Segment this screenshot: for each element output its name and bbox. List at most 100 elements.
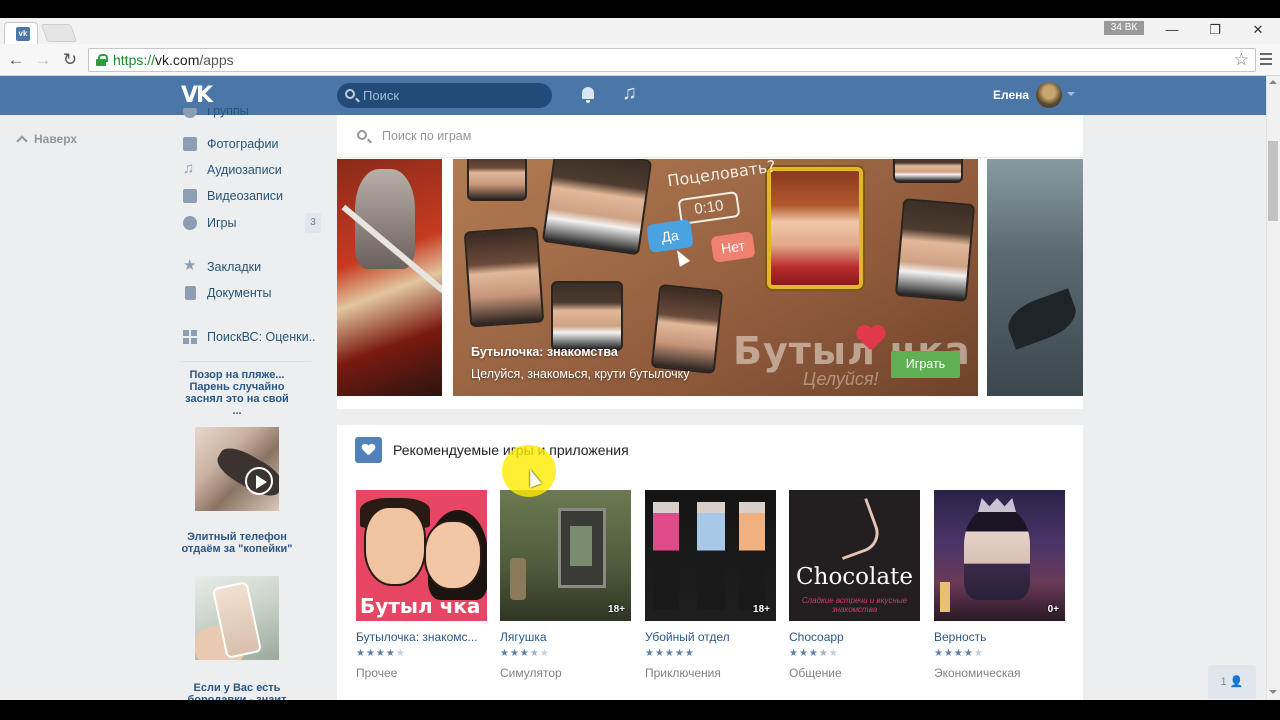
ad-image-1[interactable] bbox=[195, 427, 279, 511]
vk-favicon-icon: vk bbox=[16, 27, 30, 41]
avatar[interactable] bbox=[1036, 82, 1062, 108]
app-thumbnail[interactable]: 18+ bbox=[500, 490, 631, 621]
carousel-slide-featured[interactable]: Поцеловать? 0:10 Да Нет Бутыл чка Целуйс… bbox=[453, 159, 978, 396]
heart-icon bbox=[355, 437, 382, 463]
restore-button[interactable]: ❐ bbox=[1203, 20, 1227, 40]
scrollbar-thumb[interactable] bbox=[1268, 141, 1278, 221]
letterbox-bottom bbox=[0, 700, 1280, 720]
extension-badge: 34 ВК bbox=[1104, 21, 1144, 35]
browser-toolbar: ← → ↻ https://vk.com/apps ☆ bbox=[0, 44, 1280, 76]
art-question: Поцеловать? bbox=[666, 159, 777, 191]
scroll-up-icon[interactable] bbox=[1269, 80, 1277, 84]
camera-icon bbox=[183, 137, 197, 151]
age-badge: 18+ bbox=[608, 604, 625, 615]
music-note-icon[interactable]: ♫ bbox=[622, 82, 637, 105]
ad-title-2[interactable]: Элитный телефон отдаём за "копейки" bbox=[181, 531, 293, 555]
app-thumbnail[interactable]: Бутыл чка bbox=[356, 490, 487, 621]
app-grid-icon bbox=[183, 330, 197, 344]
age-badge: 18+ bbox=[753, 604, 770, 615]
app-category: Симулятор bbox=[500, 666, 562, 680]
minimize-button[interactable]: — bbox=[1160, 20, 1184, 40]
games-search-input[interactable]: Поиск по играм bbox=[337, 115, 1083, 158]
search-icon bbox=[345, 89, 355, 99]
app-rating: ★★★★★ bbox=[645, 648, 695, 659]
video-icon bbox=[183, 189, 197, 203]
sidebar-item-groups[interactable]: Группы bbox=[181, 108, 321, 122]
featured-portrait bbox=[767, 167, 863, 289]
bookmark-star-icon[interactable]: ☆ bbox=[1234, 50, 1249, 70]
sidebar-item-audio[interactable]: ♫ Аудиозаписи bbox=[181, 160, 321, 184]
app-category: Прочее bbox=[356, 666, 398, 680]
user-name[interactable]: Елена bbox=[993, 88, 1029, 102]
sidebar-item-video[interactable]: Видеозаписи bbox=[181, 186, 321, 210]
app-thumbnail[interactable]: 0+ bbox=[934, 490, 1065, 621]
app-rating: ★★★★★ bbox=[789, 648, 839, 659]
games-search-placeholder: Поиск по играм bbox=[382, 129, 472, 143]
vk-logo-icon[interactable]: VK bbox=[181, 83, 215, 108]
scroll-to-top-link[interactable]: Наверх bbox=[16, 132, 77, 147]
url-text: https://vk.com/apps bbox=[113, 52, 234, 68]
art-no: Нет bbox=[710, 231, 756, 263]
chevron-up-icon bbox=[16, 135, 28, 147]
sidebar-item-documents[interactable]: Документы bbox=[181, 283, 321, 307]
close-window-button[interactable]: ✕ bbox=[1246, 20, 1270, 40]
mouse-cursor-icon bbox=[671, 247, 691, 267]
ad-title-1[interactable]: Позор на пляже... Парень случайно заснял… bbox=[181, 369, 293, 417]
games-count-badge: 3 bbox=[305, 213, 321, 233]
sidebar-item-games[interactable]: Игры 3 bbox=[181, 213, 321, 237]
chevron-down-icon[interactable] bbox=[1067, 92, 1075, 96]
back-arrow-icon[interactable]: ← bbox=[5, 49, 27, 71]
music-icon: ♫ bbox=[183, 160, 195, 177]
carousel-slide-next[interactable] bbox=[987, 159, 1083, 396]
forward-arrow-icon[interactable]: → bbox=[32, 49, 54, 71]
ad-title-3[interactable]: Если у Вас есть бородавки - знаит bbox=[181, 682, 293, 700]
lock-icon bbox=[96, 54, 108, 66]
browser-menu-icon[interactable] bbox=[1260, 53, 1272, 65]
sidebar-item-bookmarks[interactable]: ★ Закладки bbox=[181, 257, 321, 281]
heart-icon bbox=[856, 326, 886, 353]
app-thumbnail[interactable]: Chocolate Сладкие встречи и вкусные знак… bbox=[789, 490, 920, 621]
screen: vk 34 ВК — ❐ ✕ ← → ↻ https://vk.com/apps… bbox=[0, 0, 1280, 720]
featured-title[interactable]: Бутылочка: знакомства bbox=[471, 345, 618, 359]
address-bar[interactable]: https://vk.com/apps ☆ bbox=[88, 48, 1256, 72]
app-category: Приключения bbox=[645, 666, 721, 680]
app-name[interactable]: Убойный отдел bbox=[645, 630, 776, 644]
sidebar-item-photos[interactable]: Фотографии bbox=[181, 134, 321, 158]
search-icon bbox=[357, 130, 367, 140]
ad-image-2[interactable] bbox=[195, 576, 279, 660]
app-thumbnail[interactable]: 18+ bbox=[645, 490, 776, 621]
letterbox-top bbox=[0, 0, 1280, 18]
header-search-input[interactable]: Поиск bbox=[337, 83, 552, 108]
users-icon bbox=[183, 108, 197, 118]
app-category: Общение bbox=[789, 666, 842, 680]
app-rating: ★★★★★ bbox=[500, 648, 550, 659]
header-search-placeholder: Поиск bbox=[363, 88, 400, 103]
app-name[interactable]: Бутылочка: знакомс... bbox=[356, 630, 487, 644]
app-rating: ★★★★★ bbox=[356, 648, 406, 659]
document-icon bbox=[185, 286, 196, 300]
app-category: Экономическая bbox=[934, 666, 1021, 680]
app-name[interactable]: Верность bbox=[934, 630, 1065, 644]
star-icon: ★ bbox=[183, 257, 197, 274]
scroll-down-icon[interactable] bbox=[1269, 690, 1277, 694]
reload-icon[interactable]: ↻ bbox=[59, 49, 81, 71]
app-name[interactable]: Лягушка bbox=[500, 630, 631, 644]
bell-icon[interactable] bbox=[580, 86, 596, 104]
recommended-panel: Рекомендуемые игры и приложения Бутыл чк… bbox=[337, 425, 1083, 700]
sidebar-divider bbox=[181, 361, 311, 362]
carousel-slide-prev[interactable] bbox=[337, 159, 442, 396]
app-rating: ★★★★★ bbox=[934, 648, 984, 659]
new-tab-button[interactable] bbox=[40, 24, 78, 42]
app-name[interactable]: Chocoapp bbox=[789, 630, 920, 644]
browser-tab[interactable]: vk bbox=[4, 22, 38, 44]
user-icon: 👤 bbox=[1229, 676, 1244, 688]
sidebar-item-poiskvs[interactable]: ПоискВС: Оценки.. bbox=[181, 327, 321, 351]
gamepad-icon bbox=[183, 216, 197, 230]
featured-description: Целуйся, знакомься, крути бутылочку bbox=[471, 367, 690, 381]
friends-online-button[interactable]: 1 👤 bbox=[1208, 665, 1256, 699]
art-slogan: Целуйся! bbox=[803, 369, 879, 389]
art-yes: Да bbox=[646, 219, 694, 253]
play-button[interactable]: Играть bbox=[891, 351, 960, 378]
age-badge: 0+ bbox=[1047, 604, 1059, 615]
play-icon bbox=[245, 467, 273, 495]
